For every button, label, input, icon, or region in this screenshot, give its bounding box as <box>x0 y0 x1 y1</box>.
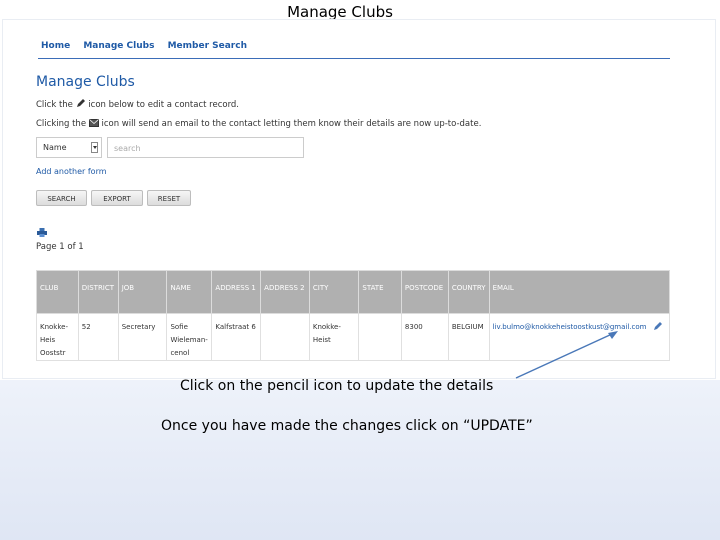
callout-arrow <box>515 331 618 379</box>
callout-pencil-instruction: Click on the pencil icon to update the d… <box>180 378 494 394</box>
callout-update-instruction: Once you have made the changes click on … <box>161 418 533 434</box>
